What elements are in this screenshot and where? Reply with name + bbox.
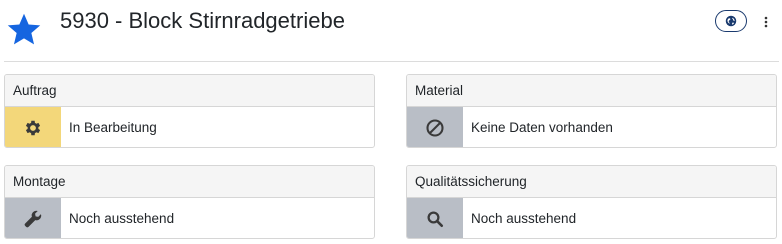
card-qualitaetssicherung[interactable]: Qualitätssicherung Noch ausstehend — [406, 165, 777, 239]
card-title: Qualitätssicherung — [407, 166, 776, 198]
card-material[interactable]: Material Keine Daten vorhanden — [406, 74, 777, 148]
card-montage[interactable]: Montage Noch ausstehend — [4, 165, 375, 239]
status-icon-box — [5, 107, 61, 147]
header-divider — [4, 61, 779, 62]
ban-icon — [426, 118, 444, 137]
search-icon — [427, 211, 444, 227]
wrench-icon — [24, 210, 42, 227]
kebab-menu-icon — [764, 16, 768, 28]
card-title: Montage — [5, 166, 374, 198]
globe-icon — [725, 15, 737, 27]
star-icon[interactable] — [6, 12, 42, 48]
card-auftrag[interactable]: Auftrag In Bearbeitung — [4, 74, 375, 148]
kebab-menu-button[interactable] — [761, 14, 771, 30]
status-icon-box — [5, 198, 61, 238]
card-title: Auftrag — [5, 75, 374, 107]
status-text: Noch ausstehend — [69, 211, 175, 226]
gear-icon — [25, 120, 41, 135]
status-text: Noch ausstehend — [471, 211, 577, 226]
status-icon-box — [407, 198, 463, 238]
card-title: Material — [407, 75, 776, 107]
status-text: Keine Daten vorhanden — [471, 120, 613, 135]
globe-button[interactable] — [715, 10, 747, 32]
page-title: 5930 - Block Stirnradgetriebe — [60, 8, 345, 33]
status-icon-box — [407, 107, 463, 147]
status-text: In Bearbeitung — [69, 120, 157, 135]
